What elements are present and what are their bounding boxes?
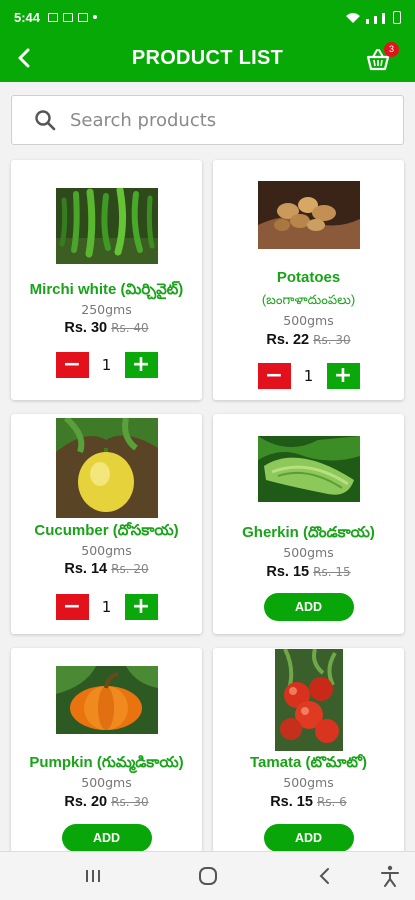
app-bar: PRODUCT LIST 3	[0, 34, 415, 82]
tomatoes-image	[274, 649, 343, 751]
decrease-quantity-button[interactable]: −	[257, 363, 291, 389]
increase-quantity-button[interactable]: +	[124, 352, 158, 378]
product-name: Mirchi white (మిర్చివైట్)	[29, 281, 184, 298]
product-weight: 500gms	[81, 543, 132, 558]
status-bar: 5:44	[0, 0, 415, 34]
decrease-quantity-button[interactable]: −	[55, 594, 89, 620]
quantity-value: 1	[303, 367, 314, 385]
wifi-icon	[346, 12, 360, 23]
product-price: Rs. 15	[266, 564, 310, 580]
product-weight: 250gms	[81, 302, 132, 317]
product-card[interactable]: Pumpkin (గుమ్మడికాయ) 500gms Rs. 20 Rs. 30…	[11, 648, 202, 858]
recent-apps-icon[interactable]	[80, 864, 106, 888]
gherkin-image	[257, 436, 360, 502]
potatoes-image	[257, 181, 360, 249]
pumpkin-image	[55, 666, 158, 734]
home-icon[interactable]	[195, 864, 221, 888]
product-weight: 500gms	[283, 545, 334, 560]
product-price: Rs. 30	[64, 320, 108, 336]
page-title: PRODUCT LIST	[131, 46, 284, 69]
notification-icons	[48, 12, 98, 22]
status-time: 5:44	[14, 9, 41, 25]
product-card[interactable]: Mirchi white (మిర్చివైట్) 250gms Rs. 30 R…	[11, 160, 202, 400]
product-price-row: Rs. 20 Rs. 30	[11, 794, 202, 810]
product-price-row: Rs. 22 Rs. 30	[213, 332, 404, 348]
product-name: Tamata (టొమాటో)	[249, 754, 368, 771]
app-notification-icon	[78, 12, 89, 22]
quantity-stepper: − 1 +	[213, 363, 404, 389]
product-price-row: Rs. 30 Rs. 40	[11, 320, 202, 336]
product-card[interactable]: Gherkin (దొండకాయ) 500gms Rs. 15 Rs. 15 AD…	[213, 414, 404, 634]
quantity-value: 1	[101, 356, 112, 374]
increase-quantity-button[interactable]: +	[326, 363, 360, 389]
tools-icon	[63, 12, 74, 22]
increase-quantity-button[interactable]: +	[124, 594, 158, 620]
product-old-price: Rs. 20	[111, 562, 149, 576]
product-card[interactable]: Cucumber (దోసకాయ) 500gms Rs. 14 Rs. 20 − …	[11, 414, 202, 634]
product-weight: 500gms	[283, 775, 334, 790]
decrease-quantity-button[interactable]: −	[55, 352, 89, 378]
back-button[interactable]	[8, 42, 40, 74]
product-card[interactable]: Tamata (టొమాటో) 500gms Rs. 15 Rs. 6 ADD	[213, 648, 404, 858]
product-name: Cucumber (దోసకాయ)	[34, 522, 179, 539]
back-nav-icon[interactable]	[312, 864, 338, 888]
system-navigation-bar	[0, 851, 415, 900]
product-name: Potatoes (బంగాళాదుంపలు)	[261, 269, 356, 307]
product-weight: 500gms	[81, 775, 132, 790]
product-price-row: Rs. 15 Rs. 6	[213, 794, 404, 810]
search-bar[interactable]	[11, 95, 404, 145]
signal-icon	[374, 15, 377, 24]
add-to-cart-button[interactable]: ADD	[61, 824, 152, 852]
system-icons	[345, 10, 401, 24]
quantity-value: 1	[101, 598, 112, 616]
product-price: Rs. 15	[270, 794, 313, 810]
product-price: Rs. 14	[64, 561, 108, 577]
product-price: Rs. 20	[64, 794, 108, 810]
cart-count-badge: 3	[384, 42, 399, 57]
signal-icon	[366, 18, 369, 24]
back-arrow-icon	[18, 48, 30, 68]
product-old-price: Rs. 15	[313, 565, 351, 579]
quantity-stepper: − 1 +	[11, 352, 202, 378]
quantity-stepper: − 1 +	[11, 594, 202, 620]
accessibility-icon[interactable]	[377, 864, 403, 888]
product-old-price: Rs. 30	[111, 795, 149, 809]
product-price: Rs. 22	[266, 332, 310, 348]
cart-button[interactable]: 3	[363, 42, 399, 74]
product-old-price: Rs. 6	[316, 795, 347, 809]
signal-icon	[382, 12, 385, 24]
more-dot-icon	[93, 15, 98, 19]
product-price-row: Rs. 14 Rs. 20	[11, 561, 202, 577]
gallery-icon	[48, 12, 59, 22]
product-weight: 500gms	[283, 313, 334, 328]
product-card[interactable]: Potatoes (బంగాళాదుంపలు) 500gms Rs. 22 Rs.…	[213, 160, 404, 400]
yellow-cucumber-image	[55, 418, 158, 518]
battery-icon	[393, 10, 401, 24]
add-to-cart-button[interactable]: ADD	[263, 593, 354, 621]
product-old-price: Rs. 30	[313, 333, 351, 347]
green-chillies-image	[55, 188, 158, 264]
search-icon	[35, 110, 56, 131]
search-input[interactable]	[70, 109, 370, 131]
product-old-price: Rs. 40	[111, 321, 149, 335]
add-to-cart-button[interactable]: ADD	[263, 824, 354, 852]
product-price-row: Rs. 15 Rs. 15	[213, 564, 404, 580]
product-name: Pumpkin (గుమ్మడికాయ)	[29, 754, 184, 771]
product-name: Gherkin (దొండకాయ)	[242, 524, 375, 541]
